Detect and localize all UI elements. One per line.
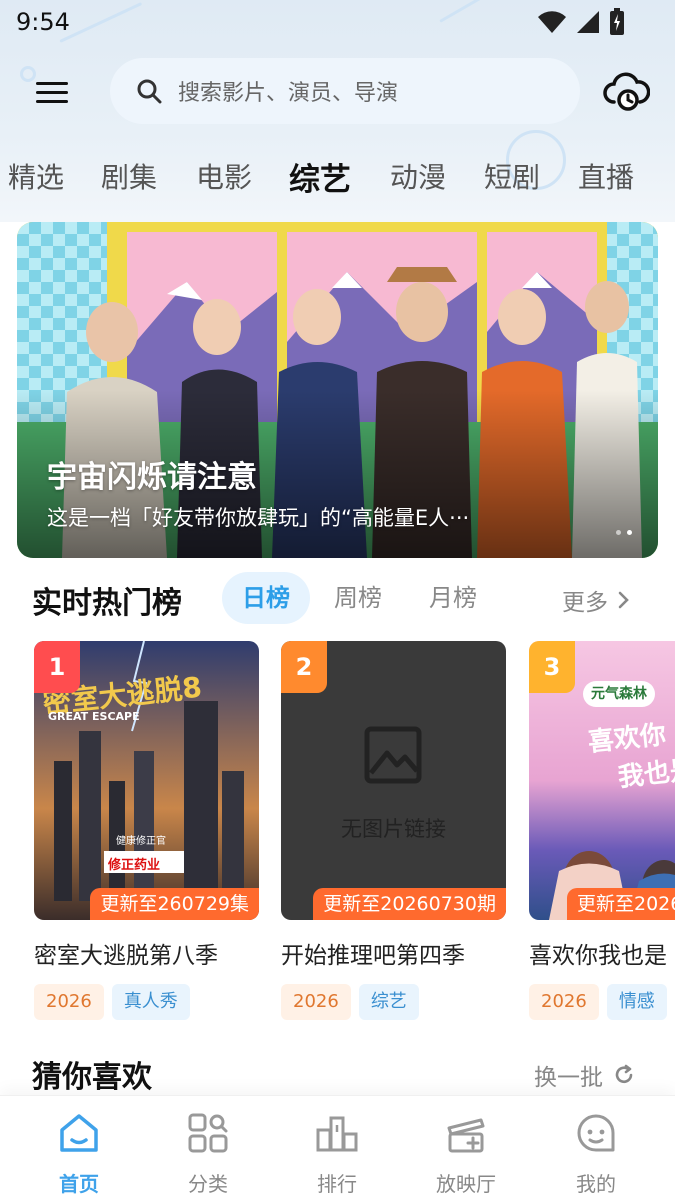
banner-description: 这是一档「好友带你放肆玩」的“高能量E人··· [47, 506, 470, 530]
tab-series[interactable]: 剧集 [101, 156, 157, 196]
year-tag: 2026 [281, 984, 351, 1020]
guess-title: 猜你喜欢 [32, 1060, 152, 1095]
cloud-sync-icon[interactable] [602, 70, 650, 114]
item-title: 密室大逃脱第八季 [34, 943, 218, 969]
no-image-text: 无图片链接 [341, 817, 446, 841]
item-title: 喜欢你我也是 [529, 943, 667, 969]
hot-item-clip: 喜欢你 我也是 元气森林 3 更新至2026 喜欢你我也是 2026 情感 [529, 641, 675, 1021]
poster-sponsor: 修正药业 [108, 858, 161, 873]
genre-tag: 真人秀 [111, 984, 190, 1020]
home-icon [60, 1114, 98, 1152]
nav-profile[interactable]: 我的 [546, 1110, 646, 1197]
nav-label: 我的 [576, 1172, 616, 1196]
tab-anime[interactable]: 动漫 [390, 156, 446, 196]
banner-pagination [616, 530, 632, 535]
tab-featured[interactable]: 精选 [8, 156, 64, 196]
item-tags: 2026 情感 [529, 984, 675, 1020]
category-tabs: 精选 剧集 电影 综艺 动漫 短剧 直播 [0, 156, 675, 206]
hot-item-card[interactable]: 喜欢你 我也是 元气森林 3 更新至2026 喜欢你我也是 2026 情感 [529, 641, 675, 1020]
update-status-tag: 更新至20260730期 [313, 888, 506, 920]
tab-monthly[interactable]: 月榜 [429, 572, 477, 624]
poster-sponsor-badge: 元气森林 [583, 681, 655, 707]
rank-badge: 3 [529, 641, 575, 693]
year-tag: 2026 [34, 984, 104, 1020]
battery-icon [610, 8, 624, 35]
search-input[interactable]: 搜索影片、演员、导演 [110, 58, 580, 124]
genre-tag: 综艺 [358, 984, 419, 1020]
menu-icon[interactable] [36, 76, 76, 108]
poster-title: GREAT ESCAPE [48, 710, 140, 723]
pagination-dot [616, 530, 621, 535]
search-icon [137, 79, 162, 104]
hot-chart-title: 实时热门榜 [32, 586, 182, 621]
pagination-dot-active [627, 530, 632, 535]
refresh-button[interactable]: 换一批 [534, 1058, 635, 1092]
nav-label: 放映厅 [436, 1172, 496, 1196]
nav-home[interactable]: 首页 [29, 1110, 129, 1197]
item-tags: 2026 综艺 [281, 984, 506, 1020]
tab-daily[interactable]: 日榜 [222, 572, 310, 624]
refresh-label: 换一批 [534, 1065, 603, 1091]
nav-theater[interactable]: 放映厅 [416, 1110, 516, 1197]
nav-label: 首页 [59, 1172, 99, 1196]
theater-icon [447, 1118, 485, 1153]
poster-sponsor-caption: 健康修正官 [116, 836, 166, 847]
category-icon [188, 1113, 228, 1153]
tab-weekly[interactable]: 周榜 [334, 572, 382, 624]
poster: 喜欢你 我也是 元气森林 3 更新至2026 [529, 641, 675, 920]
profile-icon [577, 1114, 615, 1152]
chevron-right-icon [618, 591, 629, 609]
more-label: 更多 [562, 590, 608, 616]
banner-carousel[interactable]: 宇宙闪烁请注意 这是一档「好友带你放肆玩」的“高能量E人··· [17, 222, 658, 558]
poster: 密室大逃脱8 GREAT ESCAPE 健康修正官 修正药业 1 更新至2607… [34, 641, 259, 920]
nav-label: 排行 [317, 1172, 357, 1196]
tab-movies[interactable]: 电影 [196, 156, 252, 196]
nav-category[interactable]: 分类 [158, 1110, 258, 1197]
decorative-ring [20, 66, 36, 82]
poster: 无图片链接 2 更新至20260730期 [281, 641, 506, 920]
item-title: 开始推理吧第四季 [281, 943, 465, 969]
rank-badge: 2 [281, 641, 327, 693]
update-status-tag: 更新至260729集 [90, 888, 259, 920]
hot-item-card[interactable]: 无图片链接 2 更新至20260730期 开始推理吧第四季 2026 综艺 [281, 641, 506, 1020]
year-tag: 2026 [529, 984, 599, 1020]
wifi-icon [538, 11, 566, 33]
status-time: 9:54 [16, 8, 70, 36]
genre-tag: 情感 [606, 984, 667, 1020]
refresh-icon [615, 1064, 633, 1084]
search-placeholder: 搜索影片、演员、导演 [178, 81, 399, 106]
rank-badge: 1 [34, 641, 80, 693]
status-bar: 9:54 [0, 0, 675, 46]
update-status-tag: 更新至2026 [567, 888, 675, 920]
banner-title: 宇宙闪烁请注意 [47, 460, 257, 495]
nav-label: 分类 [188, 1172, 228, 1196]
tab-variety[interactable]: 综艺 [289, 154, 351, 199]
more-link[interactable]: 更多 [562, 583, 630, 617]
hot-item-card[interactable]: 密室大逃脱8 GREAT ESCAPE 健康修正官 修正药业 1 更新至2607… [34, 641, 259, 1020]
cellular-signal-icon [577, 11, 599, 33]
image-placeholder-icon [364, 726, 422, 784]
bottom-navigation: 首页 分类 排行 放映厅 我的 [0, 1095, 675, 1200]
nav-ranking[interactable]: 排行 [287, 1110, 387, 1197]
ranking-icon [316, 1116, 358, 1152]
tab-short-drama[interactable]: 短剧 [484, 156, 540, 196]
tab-live[interactable]: 直播 [578, 156, 634, 196]
status-icons [537, 8, 625, 36]
item-tags: 2026 真人秀 [34, 984, 259, 1020]
